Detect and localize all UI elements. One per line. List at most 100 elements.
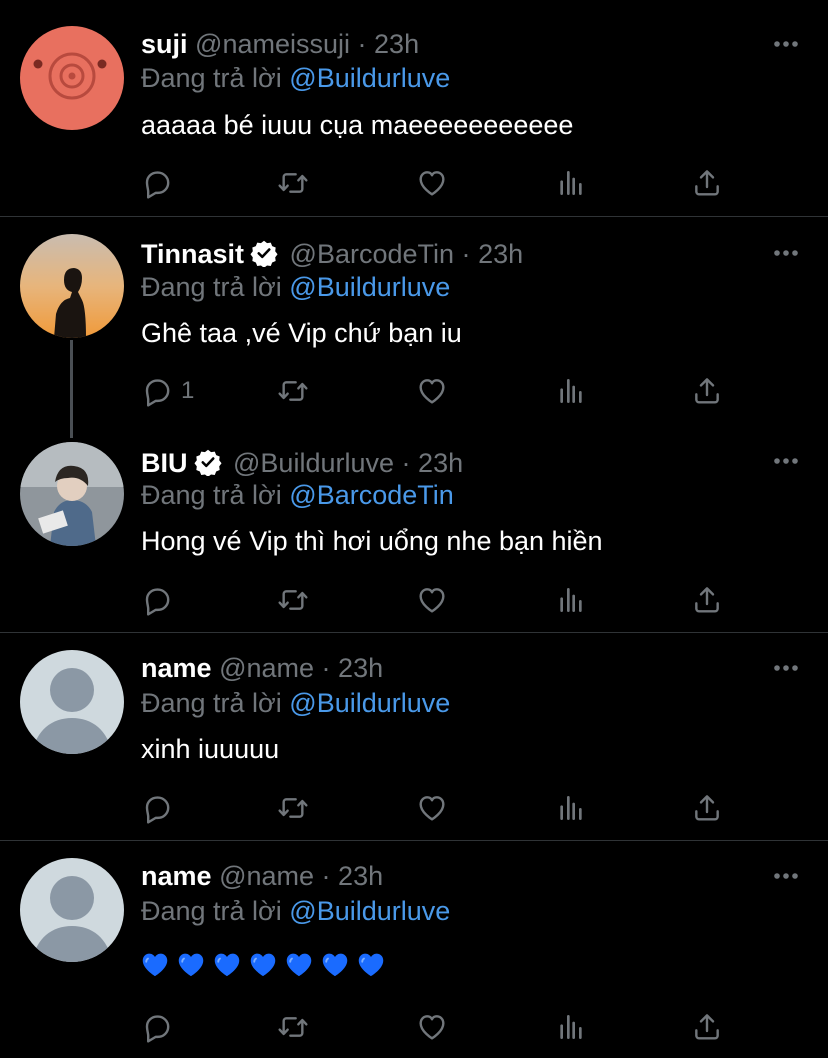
mention-link[interactable]: @Buildurluve <box>289 272 450 302</box>
tweet-header: BIU @Buildurluve · 23h <box>141 446 463 480</box>
tweet-text: 💙💙💙💙💙💙💙 <box>141 951 393 983</box>
reply-count: 1 <box>181 377 195 404</box>
blue-heart-emoji <box>285 951 313 979</box>
tweet-header: name @name · 23h <box>141 859 383 893</box>
user-handle[interactable]: @nameissuji <box>195 29 350 59</box>
default-avatar-icon <box>20 650 124 754</box>
like-button[interactable] <box>416 1007 448 1047</box>
avatar[interactable] <box>20 858 124 962</box>
share-button[interactable] <box>691 580 723 620</box>
reply-button[interactable] <box>141 580 173 620</box>
replying-to-label: Đang trả lời <box>141 272 282 302</box>
display-name[interactable]: name <box>141 861 212 891</box>
reply-icon <box>141 584 173 616</box>
action-bar <box>141 788 741 828</box>
timestamp[interactable]: 23h <box>374 29 419 59</box>
like-button[interactable] <box>416 371 448 411</box>
timestamp[interactable]: 23h <box>418 448 463 478</box>
views-button[interactable] <box>555 580 587 620</box>
reply-icon <box>141 792 173 824</box>
like-icon <box>416 792 448 824</box>
views-button[interactable] <box>555 371 587 411</box>
like-icon <box>416 1011 448 1043</box>
like-button[interactable] <box>416 580 448 620</box>
replying-to-label: Đang trả lời <box>141 480 282 510</box>
reply-button[interactable] <box>141 1007 173 1047</box>
tweet[interactable]: name @name · 23h Đang trả lời @Buildurlu… <box>0 633 828 840</box>
replying-to-label: Đang trả lời <box>141 688 282 718</box>
retweet-icon <box>277 375 309 407</box>
tweet-header: suji @nameissuji · 23h <box>141 27 419 61</box>
share-icon <box>691 1011 723 1043</box>
user-handle[interactable]: @name <box>219 861 314 891</box>
more-icon[interactable] <box>773 457 799 465</box>
retweet-button[interactable] <box>277 788 309 828</box>
like-icon <box>416 375 448 407</box>
blue-heart-emoji <box>249 951 277 979</box>
separator-dot: · <box>321 653 331 683</box>
timestamp[interactable]: 23h <box>338 861 383 891</box>
share-icon <box>691 167 723 199</box>
more-icon[interactable] <box>773 664 799 672</box>
action-bar <box>141 580 741 620</box>
user-handle[interactable]: @name <box>219 653 314 683</box>
tweet-text: Ghê taa ,vé Vip chứ bạn iu <box>141 318 462 348</box>
more-icon[interactable] <box>773 40 799 48</box>
separator-dot: · <box>321 861 331 891</box>
avatar[interactable] <box>20 234 124 338</box>
share-button[interactable] <box>691 163 723 203</box>
avatar[interactable] <box>20 442 124 546</box>
share-button[interactable] <box>691 1007 723 1047</box>
reply-button[interactable] <box>141 163 173 203</box>
like-button[interactable] <box>416 788 448 828</box>
avatar-image <box>20 442 124 546</box>
tweet-header: name @name · 23h <box>141 651 383 685</box>
user-handle[interactable]: @Buildurluve <box>233 448 394 478</box>
avatar[interactable] <box>20 26 124 130</box>
mention-link[interactable]: @BarcodeTin <box>289 480 453 510</box>
reply-icon <box>141 375 173 407</box>
views-button[interactable] <box>555 1007 587 1047</box>
views-icon <box>555 375 587 407</box>
retweet-icon <box>277 792 309 824</box>
display-name[interactable]: name <box>141 653 212 683</box>
like-icon <box>416 584 448 616</box>
avatar-image <box>20 234 124 338</box>
retweet-button[interactable] <box>277 1007 309 1047</box>
like-button[interactable] <box>416 163 448 203</box>
blue-heart-emoji <box>177 951 205 979</box>
tweet[interactable]: Tinnasit @BarcodeTin · 23h Đang trả lời … <box>0 217 828 438</box>
display-name[interactable]: BIU <box>141 448 188 478</box>
tweet[interactable]: suji @nameissuji · 23h Đang trả lời @Bui… <box>0 0 828 216</box>
separator-dot: · <box>357 29 367 59</box>
display-name[interactable]: suji <box>141 29 188 59</box>
views-icon <box>555 792 587 824</box>
more-icon[interactable] <box>773 872 799 880</box>
retweet-button[interactable] <box>277 580 309 620</box>
views-button[interactable] <box>555 163 587 203</box>
timestamp[interactable]: 23h <box>478 239 523 269</box>
replying-to: Đang trả lời @Buildurluve <box>141 894 450 928</box>
retweet-button[interactable] <box>277 163 309 203</box>
tweet[interactable]: BIU @Buildurluve · 23h Đang trả lời @Bar… <box>0 425 828 632</box>
views-button[interactable] <box>555 788 587 828</box>
mention-link[interactable]: @Buildurluve <box>289 688 450 718</box>
reply-button[interactable] <box>141 788 173 828</box>
mention-link[interactable]: @Buildurluve <box>289 896 450 926</box>
reply-button[interactable]: 1 <box>141 371 194 411</box>
timestamp[interactable]: 23h <box>338 653 383 683</box>
mention-link[interactable]: @Buildurluve <box>289 63 450 93</box>
avatar[interactable] <box>20 650 124 754</box>
tweet[interactable]: name @name · 23h Đang trả lời @Buildurlu… <box>0 841 828 1058</box>
retweet-icon <box>277 167 309 199</box>
more-icon[interactable] <box>773 249 799 257</box>
share-button[interactable] <box>691 788 723 828</box>
display-name[interactable]: Tinnasit <box>141 239 244 269</box>
action-bar <box>141 163 741 203</box>
user-handle[interactable]: @BarcodeTin <box>290 239 454 269</box>
share-button[interactable] <box>691 371 723 411</box>
retweet-button[interactable] <box>277 371 309 411</box>
action-bar: 1 <box>141 371 741 411</box>
separator-dot: · <box>461 239 471 269</box>
tweet-text: xinh iuuuuu <box>141 734 280 764</box>
